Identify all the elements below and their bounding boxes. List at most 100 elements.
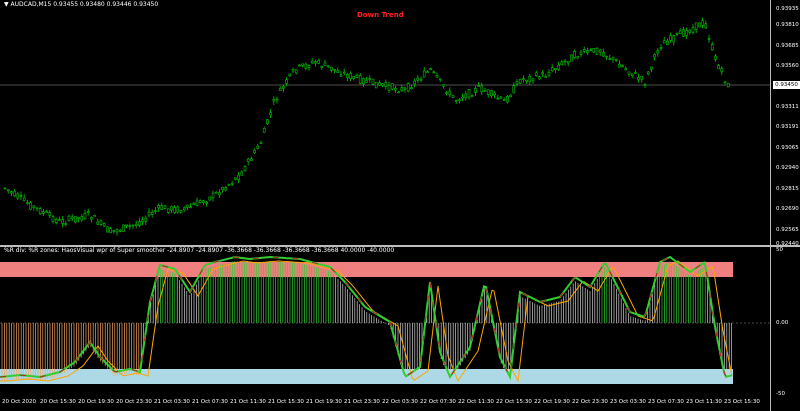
candle-body xyxy=(198,200,202,203)
candle-body xyxy=(368,77,372,80)
price-tick-label: 0.92940 xyxy=(776,165,799,171)
candle-body xyxy=(218,192,221,196)
indicator-header: %R div: %R zones: HaosVisual wpr of Supe… xyxy=(4,247,395,254)
candle-body xyxy=(666,40,669,46)
candle-body xyxy=(611,56,615,60)
price-tick-label: 0.93065 xyxy=(776,145,799,151)
candle-body xyxy=(506,95,509,103)
candle-body xyxy=(134,223,138,226)
candle-body xyxy=(141,219,144,222)
candle-body xyxy=(694,22,698,30)
candle-body xyxy=(477,85,480,87)
candle-body xyxy=(387,84,391,91)
candle-body xyxy=(205,201,208,204)
candle-body xyxy=(272,99,276,102)
candle-body xyxy=(701,20,704,26)
candle-body xyxy=(675,32,679,35)
candle-body xyxy=(442,84,445,87)
time-tick-label: 23 Oct 15:30 xyxy=(724,399,760,405)
candle-body xyxy=(397,91,400,94)
candle-body xyxy=(326,65,330,67)
candlestick-series xyxy=(0,17,770,236)
candle-body xyxy=(211,192,215,199)
candle-body xyxy=(237,174,240,180)
candle-body xyxy=(458,99,461,102)
time-tick-label: 21 Oct 15:30 xyxy=(268,399,304,405)
candle-body xyxy=(413,80,416,85)
time-tick-label: 20 Oct 23:30 xyxy=(116,399,152,405)
price-tick-label: 0.93935 xyxy=(776,6,799,12)
indicator-pane[interactable]: %R div: %R zones: HaosVisual wpr of Supe… xyxy=(0,247,800,395)
candle-body xyxy=(563,60,567,63)
candle-body xyxy=(566,61,570,64)
candle-body xyxy=(592,48,596,53)
candle-body xyxy=(307,65,311,68)
candle-body xyxy=(374,81,378,89)
candle-body xyxy=(400,87,404,92)
candle-body xyxy=(230,182,234,185)
candle-body xyxy=(13,190,16,197)
candle-body xyxy=(381,83,384,86)
candle-body xyxy=(586,50,589,54)
candle-body xyxy=(496,97,500,100)
candle-body xyxy=(403,87,407,90)
candle-body xyxy=(35,207,39,210)
candle-body xyxy=(182,207,186,211)
candle-body xyxy=(6,189,10,192)
price-tick-label: 0.93311 xyxy=(776,104,799,110)
candle-body xyxy=(406,83,410,92)
candle-body xyxy=(157,205,160,209)
candle-body xyxy=(429,68,432,71)
candle-body xyxy=(698,22,701,28)
candle-body xyxy=(634,72,637,74)
candle-body xyxy=(285,79,288,84)
candle-body xyxy=(614,59,618,61)
candle-body xyxy=(269,112,272,115)
candle-body xyxy=(166,208,170,213)
time-tick-label: 21 Oct 03:30 xyxy=(154,399,190,405)
candle-body xyxy=(525,79,528,82)
candle-body xyxy=(618,63,621,68)
candle-body xyxy=(288,73,292,77)
candle-body xyxy=(688,29,692,33)
candle-body xyxy=(109,228,112,234)
candle-body xyxy=(192,203,196,206)
candle-body xyxy=(707,38,711,40)
candle-body xyxy=(589,49,592,52)
candle-body xyxy=(710,44,714,51)
candle-body xyxy=(483,90,487,92)
candle-body xyxy=(605,55,608,58)
candle-body xyxy=(435,74,439,78)
candle-body xyxy=(291,69,295,72)
candle-body xyxy=(320,65,324,68)
candle-body xyxy=(38,208,42,215)
candle-body xyxy=(266,119,269,125)
candle-body xyxy=(10,191,13,194)
current-price-tag: 0.93450 xyxy=(773,81,800,89)
candle-body xyxy=(493,92,496,95)
candle-body xyxy=(29,202,32,210)
candle-body xyxy=(342,71,346,74)
candle-body xyxy=(80,216,84,221)
candle-body xyxy=(467,89,471,98)
candle-body xyxy=(602,51,605,57)
candle-body xyxy=(48,212,52,216)
candle-body xyxy=(362,77,365,85)
candle-body xyxy=(582,49,586,52)
candle-body xyxy=(518,79,522,84)
candle-body xyxy=(419,78,423,81)
candle-body xyxy=(704,23,708,29)
candle-body xyxy=(214,191,218,194)
candle-body xyxy=(186,204,189,208)
candle-body xyxy=(138,221,141,227)
candle-body xyxy=(576,56,580,59)
candle-body xyxy=(416,77,420,81)
time-tick-label: 22 Oct 03:30 xyxy=(382,399,418,405)
upper-zone xyxy=(0,262,733,277)
candle-body xyxy=(534,72,538,76)
candle-body xyxy=(659,47,663,49)
price-chart-pane[interactable]: ▼ AUDCAD,M15 0.93455 0.93480 0.93446 0.9… xyxy=(0,0,800,246)
candle-body xyxy=(544,76,548,78)
candle-body xyxy=(595,48,599,55)
candle-body xyxy=(621,65,624,67)
